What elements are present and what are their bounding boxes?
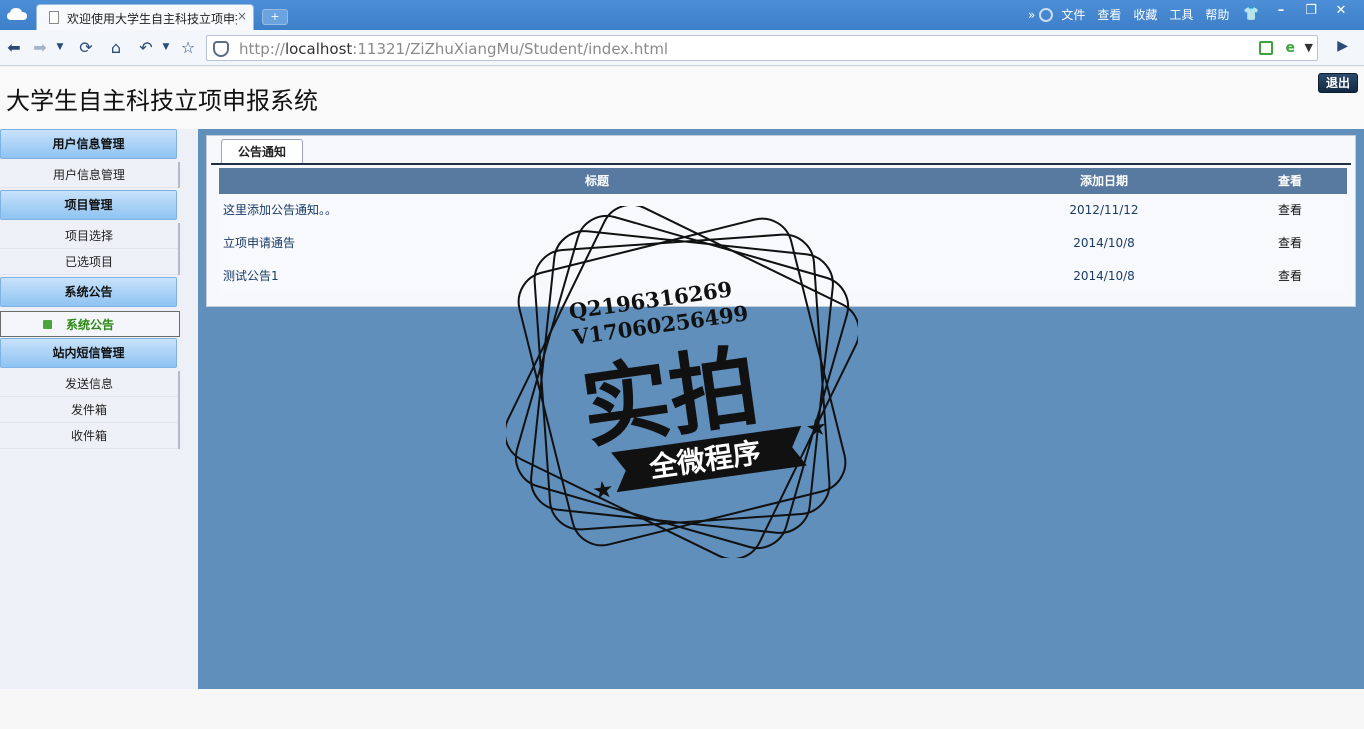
home-icon[interactable]: ⌂ bbox=[106, 38, 126, 57]
favorite-star-icon[interactable]: ☆ bbox=[178, 38, 198, 57]
go-icon[interactable]: ▶ bbox=[1337, 38, 1348, 54]
row-date: 2014/10/8 bbox=[1073, 236, 1135, 250]
skin-icon[interactable]: 👕 bbox=[1243, 7, 1259, 22]
menu-file[interactable]: 文件 bbox=[1061, 6, 1085, 23]
forward-icon[interactable]: ➡ bbox=[30, 38, 50, 57]
menu-favorites[interactable]: 收藏 bbox=[1133, 6, 1157, 23]
sidebar-item-user-info[interactable]: 用户信息管理 bbox=[0, 162, 178, 188]
close-window-icon[interactable]: ✕ bbox=[1326, 3, 1356, 18]
row-date: 2012/11/12 bbox=[1069, 203, 1139, 217]
tab-announcements[interactable]: 公告通知 bbox=[221, 139, 303, 164]
browser-tab[interactable]: 欢迎使用大学生自主科技立项申报 × bbox=[36, 4, 254, 30]
sidebar-item-inbox[interactable]: 收件箱 bbox=[0, 423, 178, 449]
sidebar-item-selected-projects[interactable]: 已选项目 bbox=[0, 249, 178, 275]
undo-icon[interactable]: ↶ bbox=[136, 38, 156, 57]
tab-title: 欢迎使用大学生自主科技立项申报 bbox=[67, 12, 237, 26]
sidebar-group-messages-items: 发送信息 发件箱 收件箱 bbox=[0, 371, 180, 449]
menu-tools[interactable]: 工具 bbox=[1169, 6, 1193, 23]
sidebar-group-project[interactable]: 项目管理 bbox=[0, 190, 177, 220]
restore-icon[interactable]: ❐ bbox=[1296, 3, 1326, 18]
menu-view[interactable]: 查看 bbox=[1097, 6, 1121, 23]
sidebar-item-announcement-label: 系统公告 bbox=[65, 318, 114, 332]
browser-titlebar: 欢迎使用大学生自主科技立项申报 × + » 文件 查看 收藏 工具 帮助 👕 –… bbox=[0, 0, 1364, 30]
table-header: 标题 添加日期 查看 bbox=[219, 168, 1347, 194]
user-icon[interactable] bbox=[1039, 7, 1054, 22]
cloud-logo-icon bbox=[7, 8, 27, 20]
address-dropdown-icon[interactable]: ▼ bbox=[1305, 41, 1313, 54]
sidebar-group-project-items: 项目选择 已选项目 bbox=[0, 223, 180, 275]
header-date: 添加日期 bbox=[1079, 174, 1128, 188]
header-title: 标题 bbox=[584, 174, 609, 188]
ie-compat-icon[interactable]: e bbox=[1286, 40, 1296, 56]
sidebar-group-user-info[interactable]: 用户信息管理 bbox=[0, 129, 177, 159]
star-icon: ★ bbox=[590, 475, 615, 506]
page-header: 大学生自主科技立项申报系统 退出 bbox=[0, 67, 1364, 129]
sidebar-item-send-message[interactable]: 发送信息 bbox=[0, 371, 178, 397]
menu-more-icon[interactable]: » bbox=[1028, 8, 1035, 22]
sidebar-group-messages[interactable]: 站内短信管理 bbox=[0, 338, 177, 368]
sidebar-item-project-select[interactable]: 项目选择 bbox=[0, 223, 178, 249]
refresh-icon[interactable]: ⟳ bbox=[76, 38, 96, 57]
browser-navbar: ⬅ ➡ ▼ ⟳ ⌂ ↶ ▼ ☆ http://localhost:11321/Z… bbox=[0, 30, 1364, 66]
document-icon bbox=[49, 11, 59, 24]
history-dropdown-icon[interactable]: ▼ bbox=[50, 42, 70, 52]
browser-menu: » 文件 查看 收藏 工具 帮助 👕 bbox=[1028, 6, 1272, 23]
row-view-link[interactable]: 查看 bbox=[1233, 227, 1347, 260]
undo-dropdown-icon[interactable]: ▼ bbox=[156, 42, 176, 52]
sidebar-group-announcement[interactable]: 系统公告 bbox=[0, 277, 177, 307]
tab-close-icon[interactable]: × bbox=[237, 9, 247, 23]
new-tab-button[interactable]: + bbox=[262, 9, 288, 25]
url-text: http://localhost:11321/ZiZhuXiangMu/Stud… bbox=[239, 40, 669, 58]
logout-button[interactable]: 退出 bbox=[1318, 73, 1358, 93]
menu-help[interactable]: 帮助 bbox=[1205, 6, 1229, 23]
header-view: 查看 bbox=[1277, 174, 1302, 188]
watermark-stamp: Q2196316269 V17060256499 实拍 全微程序 ★ ★ bbox=[506, 206, 858, 558]
sidebar-item-outbox[interactable]: 发件箱 bbox=[0, 397, 178, 423]
shield-icon bbox=[213, 41, 229, 57]
row-view-link[interactable]: 查看 bbox=[1233, 260, 1347, 293]
tab-underline bbox=[211, 163, 1351, 165]
address-bar[interactable]: http://localhost:11321/ZiZhuXiangMu/Stud… bbox=[206, 35, 1318, 61]
star-icon: ★ bbox=[804, 412, 829, 443]
sidebar-item-announcement[interactable]: 系统公告 bbox=[0, 311, 180, 337]
sidebar-group-announcement-items: 系统公告 bbox=[0, 311, 180, 337]
sidebar: 用户信息管理 用户信息管理 项目管理 项目选择 已选项目 系统公告 系统公告 站… bbox=[0, 129, 198, 689]
minimize-icon[interactable]: – bbox=[1266, 3, 1296, 18]
window-controls: – ❐ ✕ bbox=[1266, 3, 1356, 18]
row-view-link[interactable]: 查看 bbox=[1233, 194, 1347, 227]
active-bullet-icon bbox=[43, 320, 52, 329]
row-date: 2014/10/8 bbox=[1073, 269, 1135, 283]
status-bar bbox=[0, 689, 1364, 729]
sidebar-group-user-info-items: 用户信息管理 bbox=[0, 162, 180, 188]
share-icon[interactable] bbox=[1259, 41, 1273, 55]
back-icon[interactable]: ⬅ bbox=[4, 38, 24, 57]
page-title: 大学生自主科技立项申报系统 bbox=[6, 87, 318, 115]
